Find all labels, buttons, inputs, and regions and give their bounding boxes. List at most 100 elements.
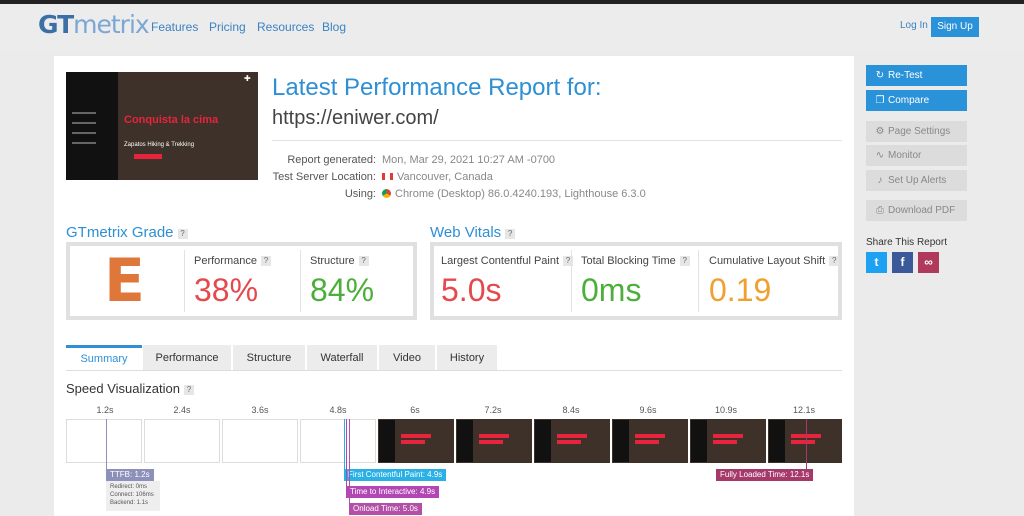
- structure-value: 84%: [310, 272, 375, 308]
- timeline-tick: 10.9s: [714, 405, 738, 415]
- timeline-tick: 2.4s: [173, 405, 191, 415]
- ttfb-detail-connect: Connect: 106ms: [110, 492, 154, 498]
- nav-pricing[interactable]: Pricing: [209, 20, 246, 34]
- report-title: Latest Performance Report for:: [272, 74, 602, 101]
- lcp-value: 5.0s: [441, 272, 502, 308]
- thumb-menu-line: [72, 132, 96, 134]
- frame-headline: [791, 440, 815, 444]
- vitals-title-text: Web Vitals: [430, 224, 502, 241]
- help-icon[interactable]: ?: [260, 256, 271, 266]
- compare-icon: ❐: [875, 95, 885, 106]
- nav-blog[interactable]: Blog: [322, 20, 346, 34]
- download-pdf-button[interactable]: ⎙ Download PDF: [866, 200, 967, 221]
- tbt-label-text: Total Blocking Time: [581, 255, 676, 267]
- filmstrip-frame[interactable]: [378, 419, 454, 463]
- structure-label-text: Structure: [310, 255, 355, 267]
- filmstrip-frame[interactable]: [534, 419, 610, 463]
- thumb-menu: [66, 72, 118, 180]
- retest-button[interactable]: ↻ Re-Test: [866, 65, 967, 86]
- gtmetrix-logo[interactable]: GTmetrix: [38, 10, 150, 39]
- grade-title-text: GTmetrix Grade: [66, 224, 174, 241]
- signup-button[interactable]: Sign Up: [931, 17, 979, 37]
- filmstrip-frame[interactable]: [690, 419, 766, 463]
- login-link[interactable]: Log In: [900, 20, 928, 31]
- ttfb-marker[interactable]: TTFB: 1.2s: [106, 469, 154, 481]
- help-icon[interactable]: ?: [679, 256, 690, 266]
- logo-rest: metrix: [73, 10, 150, 39]
- help-icon[interactable]: ?: [829, 256, 840, 266]
- lcp-label-text: Largest Contentful Paint: [441, 255, 560, 267]
- pdf-icon: ⎙: [876, 205, 884, 216]
- filmstrip-frame[interactable]: [222, 419, 298, 463]
- timeline-tick: 3.6s: [251, 405, 269, 415]
- filmstrip-frame[interactable]: [66, 419, 142, 463]
- help-icon[interactable]: ?: [358, 256, 369, 266]
- thumb-badge-icon: ✚: [244, 74, 251, 83]
- tbt-label: Total Blocking Time?: [581, 255, 690, 267]
- tab-waterfall[interactable]: Waterfall: [307, 345, 377, 371]
- frame-headline: [635, 434, 665, 438]
- frame-headline: [635, 440, 659, 444]
- nav-resources[interactable]: Resources: [257, 20, 314, 34]
- cls-value: 0.19: [709, 272, 772, 308]
- frame-headline: [401, 440, 425, 444]
- fcp-marker[interactable]: First Contentful Paint: 4.9s: [344, 469, 447, 481]
- frame-menu: [691, 420, 707, 462]
- thumb-headline: Conquista la cima: [124, 114, 219, 126]
- filmstrip-frame[interactable]: [300, 419, 376, 463]
- onload-marker-line: [349, 419, 350, 503]
- tab-structure[interactable]: Structure: [233, 345, 305, 371]
- tab-video[interactable]: Video: [379, 345, 435, 371]
- divider: [300, 250, 301, 312]
- fully-loaded-marker[interactable]: Fully Loaded Time: 12.1s: [716, 469, 814, 481]
- using-text: Chrome (Desktop) 86.0.4240.193, Lighthou…: [395, 188, 646, 200]
- info-label-location: Test Server Location:: [272, 171, 376, 183]
- tab-history[interactable]: History: [437, 345, 497, 371]
- divider: [184, 250, 185, 312]
- setup-alerts-label: Set Up Alerts: [888, 175, 947, 186]
- monitor-button[interactable]: ∿ Monitor: [866, 145, 967, 166]
- gear-icon: ⚙: [875, 126, 885, 137]
- fully-loaded-marker-line: [806, 419, 807, 469]
- performance-label-text: Performance: [194, 255, 257, 267]
- monitor-label: Monitor: [888, 150, 922, 161]
- onload-marker[interactable]: Onload Time: 5.0s: [349, 503, 422, 515]
- retest-label: Re-Test: [888, 70, 923, 81]
- filmstrip-frame[interactable]: [768, 419, 842, 463]
- tab-performance[interactable]: Performance: [143, 345, 231, 371]
- filmstrip-frame[interactable]: [456, 419, 532, 463]
- timeline-tick: 6s: [410, 405, 420, 415]
- link-icon[interactable]: ∞: [918, 252, 939, 273]
- frame-headline: [557, 434, 587, 438]
- info-value-generated: Mon, Mar 29, 2021 10:27 AM -0700: [382, 154, 556, 166]
- frame-headline: [479, 434, 509, 438]
- frame-headline: [557, 440, 581, 444]
- performance-label: Performance?: [194, 255, 271, 267]
- ttfb-detail-backend: Backend: 1.1s: [110, 500, 149, 506]
- filmstrip-frame[interactable]: [612, 419, 688, 463]
- compare-button[interactable]: ❐ Compare: [866, 90, 967, 111]
- grade-letter: E: [104, 246, 145, 316]
- timeline-tick: 9.6s: [639, 405, 657, 415]
- tti-marker[interactable]: Time to Interactive: 4.9s: [346, 486, 440, 498]
- grade-title: GTmetrix Grade?: [66, 224, 188, 241]
- help-icon[interactable]: ?: [505, 229, 516, 239]
- nav-features[interactable]: Features: [151, 20, 198, 34]
- filmstrip-frame[interactable]: [144, 419, 220, 463]
- refresh-icon: ↻: [875, 70, 885, 81]
- help-icon[interactable]: ?: [177, 229, 188, 239]
- report-url: https://eniwer.com/: [272, 107, 439, 129]
- tab-summary[interactable]: Summary: [66, 345, 142, 371]
- help-icon[interactable]: ?: [183, 385, 194, 395]
- bell-icon: ♪: [877, 175, 883, 186]
- thumb-tagline: Zapatos Hiking & Trekking: [124, 142, 195, 148]
- timeline-tick: 7.2s: [484, 405, 502, 415]
- divider: [698, 250, 699, 312]
- setup-alerts-button[interactable]: ♪ Set Up Alerts: [866, 170, 967, 191]
- ttfb-marker-line: [106, 419, 107, 469]
- tbt-value: 0ms: [581, 272, 642, 308]
- page-settings-button[interactable]: ⚙ Page Settings: [866, 121, 967, 142]
- frame-menu: [457, 420, 473, 462]
- twitter-icon[interactable]: t: [866, 252, 887, 273]
- facebook-icon[interactable]: f: [892, 252, 913, 273]
